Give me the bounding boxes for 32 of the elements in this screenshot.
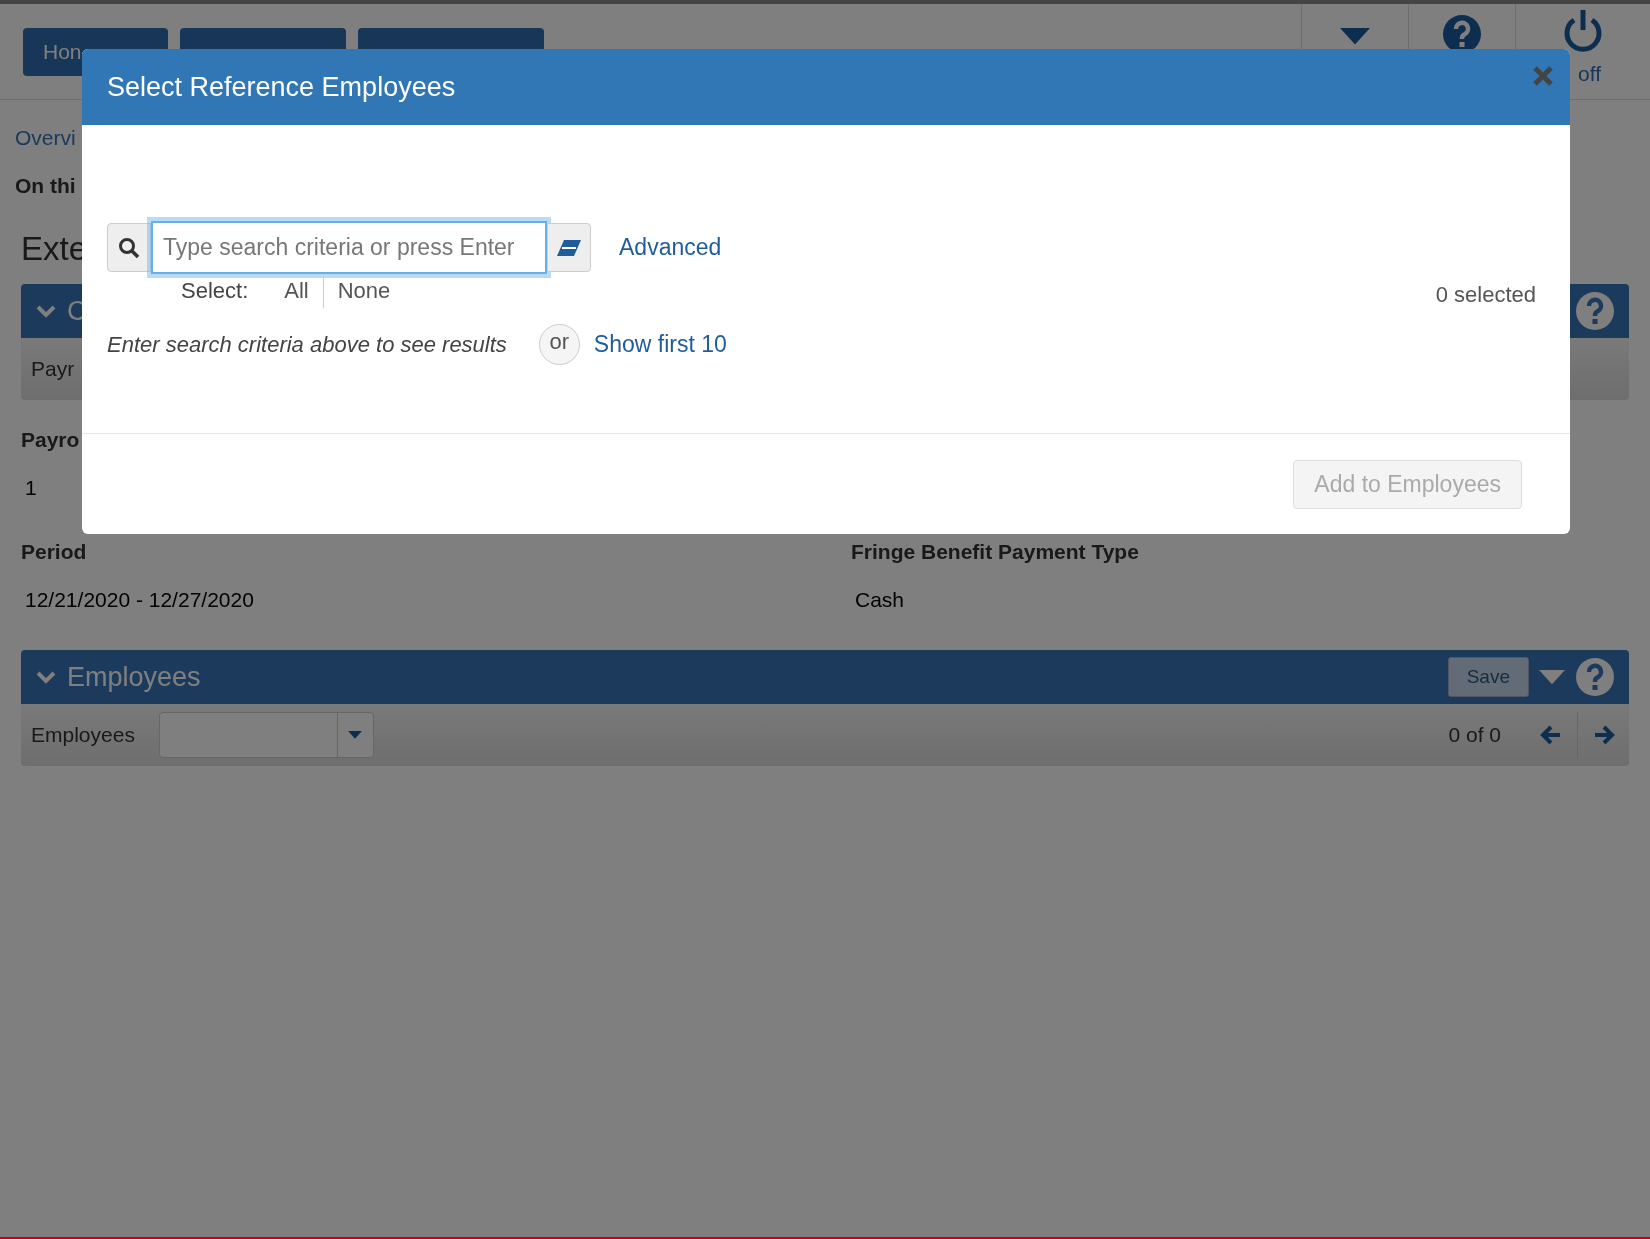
arrow-left-icon[interactable] — [1540, 725, 1562, 745]
arrow-right-icon[interactable] — [1592, 725, 1615, 745]
advanced-link[interactable]: Advanced — [619, 234, 722, 261]
show-first-link[interactable]: Show first 10 — [593, 331, 727, 358]
or-badge: or — [538, 324, 580, 365]
select-label: Select: — [181, 278, 249, 304]
selected-count: 0 selected — [1435, 282, 1536, 308]
dropdown-caret-icon[interactable] — [348, 731, 363, 739]
filter-label: Employees — [31, 723, 135, 747]
field-value: 1 — [24, 476, 38, 500]
field-value: 12/21/2020 - 12/27/2020 — [24, 588, 255, 612]
intro-text: On thi — [15, 174, 76, 198]
field-value: Cash — [854, 588, 906, 612]
eraser-icon — [556, 238, 582, 257]
field-label: Payro — [21, 428, 81, 452]
select-option-link[interactable]: None — [322, 274, 405, 308]
field-label: Fringe Benefit Payment Type — [851, 540, 1140, 564]
search-field[interactable]: Type search criteria or press Enter — [151, 221, 547, 274]
panel-menu-caret-icon[interactable] — [1539, 669, 1565, 685]
help-icon[interactable] — [1575, 657, 1615, 697]
modal-title: Select Reference Employees — [107, 71, 456, 103]
select-option-link[interactable]: All — [270, 274, 323, 308]
field-label: Period — [21, 540, 88, 564]
search-icon — [118, 236, 140, 259]
panel-title: Employees — [67, 661, 201, 693]
close-icon — [1532, 65, 1554, 87]
clear-button[interactable] — [547, 223, 591, 272]
pager-text: 0 of 0 — [1448, 723, 1501, 747]
help-icon[interactable] — [1575, 291, 1615, 331]
menu-caret-icon[interactable] — [1340, 28, 1370, 45]
toolbar-label: Payr — [31, 357, 75, 381]
hint-text: Enter search criteria above to see results — [107, 331, 507, 358]
